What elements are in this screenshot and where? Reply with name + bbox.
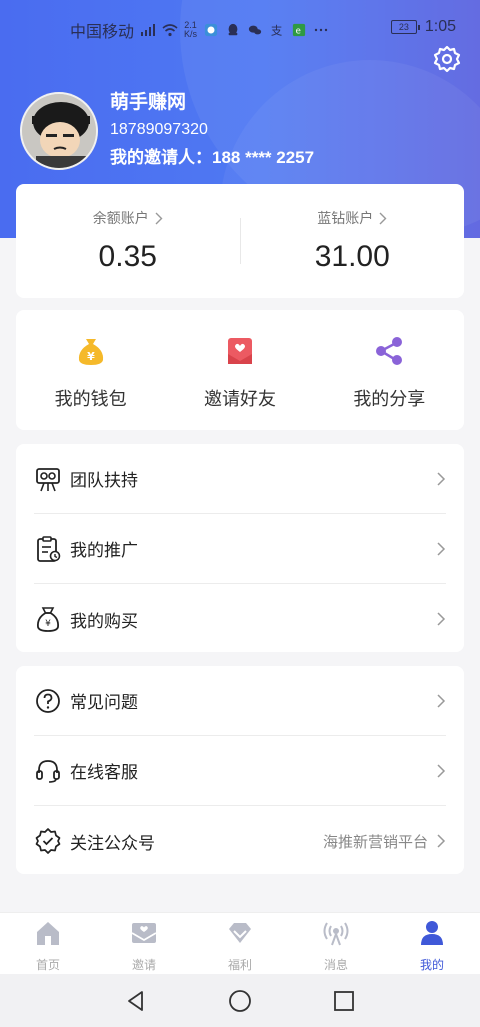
tab-welfare[interactable]: 福利 (192, 913, 288, 974)
balance-account[interactable]: 余额账户 0.35 (16, 184, 240, 298)
home-icon (37, 922, 59, 945)
chevron-right-icon (437, 693, 446, 708)
diamond-icon (229, 923, 251, 943)
promotion-clipboard-icon (37, 535, 61, 562)
share-label: 我的分享 (353, 389, 426, 409)
chevron-right-icon (437, 612, 446, 626)
home-circle-icon[interactable] (228, 989, 252, 1013)
tab-label: 消息 (323, 958, 348, 972)
svg-text:¥: ¥ (87, 350, 95, 363)
clock: 1:05 (424, 18, 456, 35)
system-navigation-bar (0, 974, 480, 1027)
broadcast-icon (323, 922, 349, 946)
menu-label: 我的推广 (70, 541, 138, 560)
menu-item-follow-account[interactable]: 关注公众号 海推新营销平台 (34, 806, 446, 876)
purchase-bag-icon: ¥ (36, 607, 60, 632)
chevron-right-icon (155, 212, 163, 224)
menu-label: 我的购买 (70, 611, 138, 631)
inviter-info: 我的邀请人：188 **** 2257 (110, 148, 315, 167)
wallet-button[interactable]: ¥ 我的钱包 (16, 310, 165, 430)
menu-label: 在线客服 (70, 763, 138, 782)
invite-envelope-icon (227, 338, 252, 364)
diamond-label: 蓝钻账户 (317, 210, 374, 226)
svg-text:支: 支 (271, 23, 282, 37)
tab-label: 邀请 (131, 958, 156, 972)
headset-icon (36, 759, 60, 783)
tab-label: 首页 (35, 958, 60, 972)
tab-label: 福利 (227, 958, 252, 972)
menu-label: 团队扶持 (70, 471, 138, 490)
menu-item-team-support[interactable]: 团队扶持 (34, 444, 446, 514)
wechat-icon (248, 25, 262, 35)
team-support-icon (36, 467, 60, 491)
quick-actions-card: ¥ 我的钱包 邀请好友 我的分享 (16, 310, 464, 430)
menu-item-my-promotion[interactable]: 我的推广 (34, 514, 446, 584)
tab-home[interactable]: 首页 (0, 913, 96, 974)
chevron-right-icon (437, 763, 446, 778)
money-bag-icon: ¥ (78, 339, 103, 365)
username: 萌手赚网 (110, 92, 187, 113)
question-icon (36, 688, 60, 713)
phone-number: 18789097320 (110, 121, 208, 138)
profile-section: 萌手赚网 18789097320 我的邀请人：188 **** 2257 (20, 90, 314, 171)
diamond-value: 31.00 (314, 240, 390, 273)
settings-gear-icon[interactable] (432, 44, 462, 74)
recents-square-icon[interactable] (332, 989, 356, 1013)
invite-friends-button[interactable]: 邀请好友 (165, 310, 314, 430)
tab-mine[interactable]: 我的 (384, 913, 480, 974)
qq-icon (228, 23, 238, 36)
net-speed: 2.1 K/s (184, 20, 198, 39)
invite-label: 邀请好友 (203, 389, 276, 409)
svg-text:e: e (296, 27, 301, 37)
menu-group-2: 常见问题 在线客服 关注公众号 海推新营销平台 (16, 666, 464, 874)
tab-messages[interactable]: 消息 (288, 913, 384, 974)
chevron-right-icon (437, 834, 446, 848)
menu-item-online-service[interactable]: 在线客服 (34, 736, 446, 806)
menu-label: 关注公众号 (70, 833, 155, 853)
battery-icon: 23 (390, 20, 420, 34)
chevron-right-icon (437, 471, 446, 486)
tab-label: 我的 (419, 958, 444, 972)
wifi-icon (162, 24, 178, 37)
alipay-icon: 支 (271, 23, 282, 37)
chevron-right-icon (379, 212, 387, 224)
my-share-button[interactable]: 我的分享 (315, 310, 464, 430)
chevron-right-icon (437, 541, 446, 556)
balance-card: 余额账户 0.35 蓝钻账户 31.00 (16, 184, 464, 298)
balance-label: 余额账户 (92, 210, 149, 226)
back-triangle-icon[interactable] (124, 989, 148, 1013)
more-icon (314, 28, 328, 32)
svg-text:¥: ¥ (45, 619, 51, 629)
app-notification-icon (204, 23, 218, 37)
verified-badge-icon (35, 828, 61, 854)
browser-icon: e (292, 23, 306, 37)
bottom-tab-bar: 首页 邀请 福利 消息 我的 (0, 912, 480, 974)
diamond-account[interactable]: 蓝钻账户 31.00 (241, 184, 465, 298)
avatar[interactable] (20, 91, 98, 170)
invite-tab-icon (131, 923, 157, 943)
wallet-label: 我的钱包 (54, 389, 127, 409)
menu-item-my-purchase[interactable]: ¥ 我的购买 (34, 584, 446, 654)
balance-value: 0.35 (98, 240, 157, 273)
share-icon (376, 337, 403, 365)
user-icon (421, 921, 443, 945)
menu-item-faq[interactable]: 常见问题 (34, 666, 446, 736)
signal-icon (141, 24, 156, 36)
carrier-label: 中国移动 (70, 24, 135, 41)
status-bar: 中国移动 2.1 K/s 支 e 23 1:05 (0, 0, 480, 56)
menu-group-1: 团队扶持 我的推广 ¥ 我的购买 (16, 444, 464, 652)
menu-label: 常见问题 (70, 693, 138, 712)
tab-invite[interactable]: 邀请 (96, 913, 192, 974)
account-name: 海推新营销平台 (322, 833, 428, 851)
